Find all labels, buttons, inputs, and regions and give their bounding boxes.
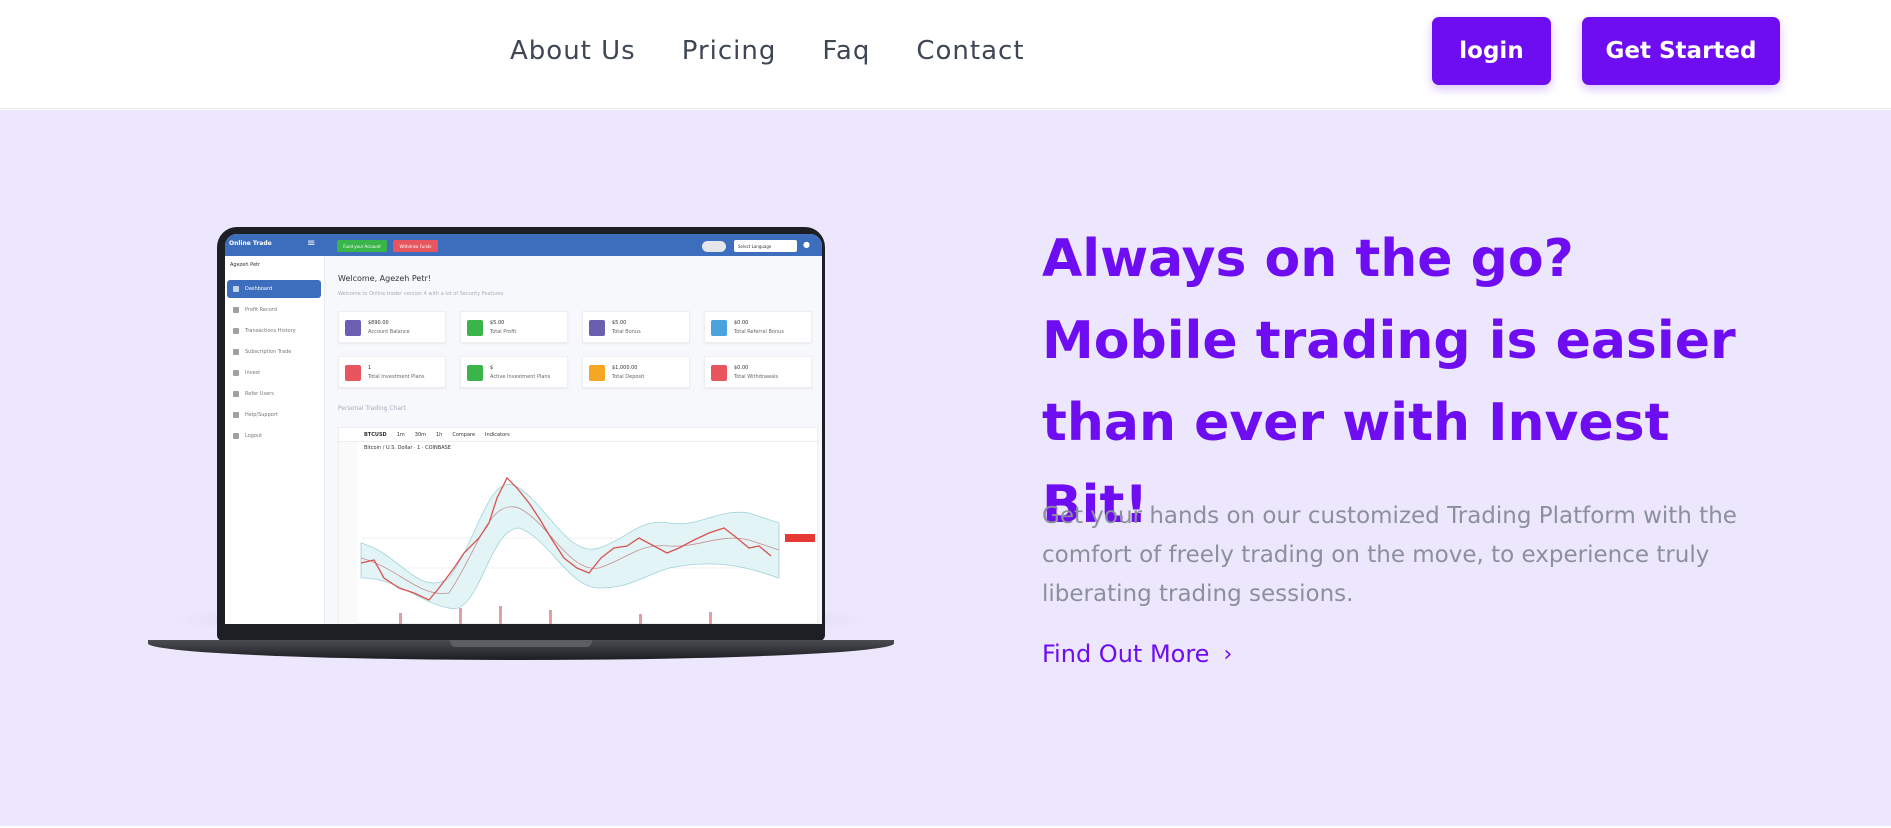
sidebar-item-logout: Logout xyxy=(227,427,321,445)
dashboard-brand: Online Trade xyxy=(229,240,272,247)
card-icon xyxy=(345,320,361,336)
sidebar-item-profit: Profit Record xyxy=(227,301,321,319)
refer-icon xyxy=(233,391,239,397)
nav-about-us[interactable]: About Us xyxy=(510,36,636,66)
sidebar-item-dashboard: Dashboard xyxy=(227,280,321,298)
sidebar-item-help: Help/Support xyxy=(227,406,321,424)
login-button[interactable]: login xyxy=(1432,17,1551,85)
chevron-right-icon: › xyxy=(1223,641,1233,667)
sidebar-item-refer: Refer Users xyxy=(227,385,321,403)
card-icon xyxy=(467,320,483,336)
welcome-heading: Welcome, Agezeh Petr! xyxy=(338,274,431,283)
stat-card: $890.00 Account Balance xyxy=(338,311,446,343)
dashboard-sidebar: Agezeh Petr Dashboard Profit Record Tran… xyxy=(225,256,325,624)
card-icon xyxy=(711,365,727,381)
nav-contact[interactable]: Contact xyxy=(916,36,1024,66)
chart-icon xyxy=(233,307,239,313)
laptop-screen: Online Trade ≡ Fund your Account Withdra… xyxy=(225,234,822,624)
card-icon xyxy=(711,320,727,336)
invest-icon xyxy=(233,370,239,376)
user-icon: ● xyxy=(803,240,810,249)
top-navbar: About Us Pricing Faq Contact login Get S… xyxy=(0,0,1891,109)
stat-card: $ Active Investment Plans xyxy=(460,356,568,388)
fund-account-button: Fund your Account xyxy=(337,240,387,252)
withdraw-funds-button: Withdraw Funds xyxy=(393,240,438,252)
language-select: Select Language xyxy=(734,240,797,252)
stat-card: $1,000.00 Total Deposit xyxy=(582,356,690,388)
find-out-more-link[interactable]: Find Out More › xyxy=(1042,640,1232,668)
card-icon xyxy=(345,365,361,381)
chart-title: Personal Trading Chart xyxy=(338,405,406,412)
find-out-more-label: Find Out More xyxy=(1042,640,1210,668)
logout-icon xyxy=(233,433,239,439)
get-started-button[interactable]: Get Started xyxy=(1582,17,1780,85)
main-nav: About Us Pricing Faq Contact xyxy=(510,36,1025,66)
dashboard-topbar: Online Trade ≡ Fund your Account Withdra… xyxy=(225,234,822,256)
home-icon xyxy=(233,286,239,292)
card-icon xyxy=(467,365,483,381)
stat-card: $5.00 Total Bonus xyxy=(582,311,690,343)
card-icon xyxy=(589,320,605,336)
stat-card: $0.00 Total Withdrawals xyxy=(704,356,812,388)
stat-card: 1 Total Investment Plans xyxy=(338,356,446,388)
hero-description: Get your hands on our customized Trading… xyxy=(1042,503,1737,607)
list-icon xyxy=(233,349,239,355)
card-icon xyxy=(589,365,605,381)
nav-pricing[interactable]: Pricing xyxy=(682,36,777,66)
stat-card: $5.00 Total Profit xyxy=(460,311,568,343)
sidebar-item-subscription: Subscription Trade xyxy=(227,343,321,361)
stat-card: $0.00 Total Referral Bonus xyxy=(704,311,812,343)
history-icon xyxy=(233,328,239,334)
candlestick-plot xyxy=(339,442,815,624)
laptop-notch xyxy=(450,640,592,647)
sidebar-user: Agezeh Petr xyxy=(230,262,261,268)
help-icon xyxy=(233,412,239,418)
trading-chart: BTCUSD 1m 30m 1h Compare Indicators Bitc… xyxy=(338,427,819,624)
welcome-subtext: Welcome to Online trader version 4 with … xyxy=(338,291,504,297)
sidebar-item-invest: Invest xyxy=(227,364,321,382)
sidebar-item-transactions: Transactions History xyxy=(227,322,321,340)
theme-toggle xyxy=(702,241,726,252)
hamburger-icon: ≡ xyxy=(307,238,316,249)
nav-faq[interactable]: Faq xyxy=(822,36,870,66)
